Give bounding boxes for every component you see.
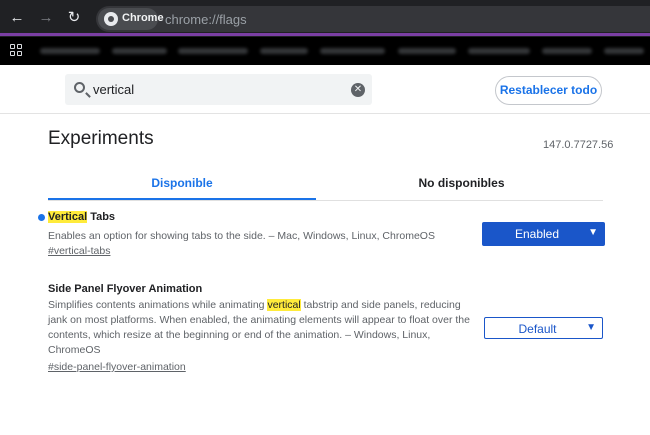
search-input[interactable]: [93, 81, 343, 98]
desc-text: Simplifies contents animations while ani…: [48, 299, 268, 311]
bookmark-item[interactable]: [40, 48, 100, 54]
chevron-down-icon: ▼: [586, 322, 596, 333]
apps-grid-icon[interactable]: [10, 44, 23, 57]
search-highlight: vertical: [267, 299, 301, 311]
back-arrow-icon[interactable]: ←: [7, 8, 27, 28]
reset-all-button[interactable]: Restablecer todo: [495, 76, 602, 105]
search-box[interactable]: ✕: [65, 74, 372, 105]
experiment-state-select[interactable]: Default ▼: [484, 317, 603, 339]
page-title: Experiments: [48, 128, 154, 149]
tab-unavailable[interactable]: No disponibles: [320, 176, 603, 190]
bookmark-item[interactable]: [468, 48, 530, 54]
bookmarks-bar: [0, 37, 650, 65]
search-highlight: Vertical: [48, 211, 88, 223]
experiment-description: Simplifies contents animations while ani…: [48, 298, 473, 358]
reload-icon[interactable]: ↻: [64, 8, 84, 28]
experiment-title: Side Panel Flyover Animation: [48, 283, 203, 295]
theme-stripe: [0, 33, 650, 36]
browser-toolbar: ← → ↻ Chrome chrome://flags: [0, 0, 650, 37]
bookmark-item[interactable]: [112, 48, 167, 54]
chrome-chip-label: Chrome: [122, 12, 164, 24]
tabs-divider: [48, 200, 603, 201]
chrome-chip[interactable]: Chrome: [98, 8, 164, 30]
chrome-logo-icon: [104, 12, 118, 26]
experiment-title: Vertical Tabs: [48, 211, 115, 223]
clear-search-icon[interactable]: ✕: [351, 83, 365, 97]
select-value: Enabled: [514, 227, 560, 241]
search-icon: [74, 82, 85, 93]
tab-available[interactable]: Disponible: [48, 176, 316, 190]
bookmark-item[interactable]: [260, 48, 308, 54]
chevron-down-icon: ▼: [588, 227, 598, 238]
modified-indicator-dot: [38, 214, 45, 221]
bookmark-item[interactable]: [542, 48, 592, 54]
experiment-state-select[interactable]: Enabled ▼: [482, 222, 605, 246]
active-tab-indicator: [48, 198, 316, 200]
bookmark-item[interactable]: [178, 48, 248, 54]
experiment-description: Enables an option for showing tabs to th…: [48, 230, 435, 242]
experiment-title-rest: Tabs: [87, 211, 116, 223]
experiment-link[interactable]: #side-panel-flyover-animation: [48, 361, 186, 373]
address-bar[interactable]: Chrome chrome://flags: [96, 6, 650, 32]
flags-header: ✕ Restablecer todo: [0, 65, 650, 114]
url-text[interactable]: chrome://flags: [165, 12, 247, 27]
forward-arrow-icon[interactable]: →: [36, 8, 56, 28]
select-value: Default: [518, 322, 557, 336]
bookmark-item[interactable]: [398, 48, 456, 54]
bookmark-item[interactable]: [320, 48, 385, 54]
bookmark-item[interactable]: [604, 48, 644, 54]
version-label: 147.0.7727.56: [543, 139, 614, 151]
experiment-link[interactable]: #vertical-tabs: [48, 245, 110, 257]
